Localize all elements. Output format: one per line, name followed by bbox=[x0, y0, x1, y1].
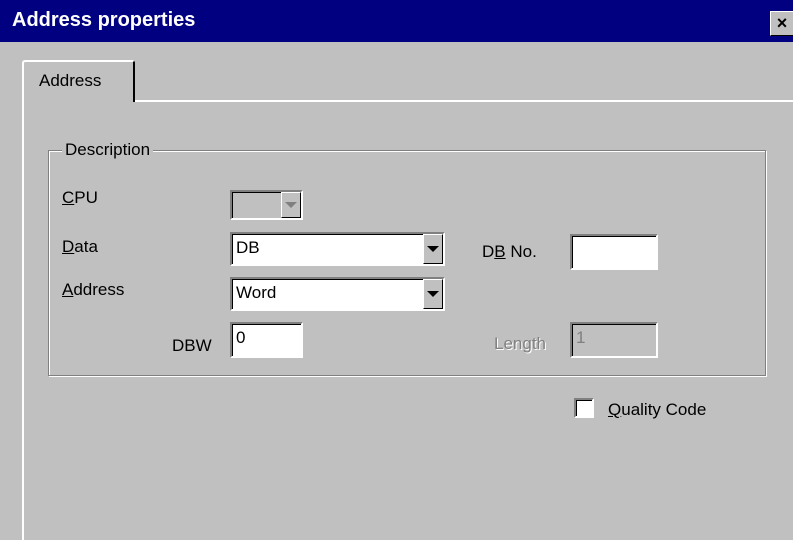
description-legend: Description bbox=[62, 140, 154, 160]
window-title: Address properties bbox=[12, 9, 196, 31]
tab-address-label: Address bbox=[39, 71, 102, 90]
data-value: DB bbox=[236, 238, 260, 257]
close-button[interactable]: × bbox=[770, 11, 793, 36]
db-no-label: DB No. bbox=[482, 242, 537, 261]
length-input: 1 bbox=[570, 322, 658, 358]
dbw-label: DBW bbox=[172, 336, 212, 355]
window-left-edge bbox=[0, 42, 10, 528]
chevron-down-icon bbox=[285, 202, 297, 208]
address-value: Word bbox=[236, 283, 277, 302]
length-value: 1 bbox=[576, 328, 586, 347]
cpu-dropdown-button[interactable] bbox=[281, 192, 301, 218]
data-label: Data bbox=[62, 237, 98, 256]
address-dropdown-button[interactable] bbox=[423, 279, 443, 309]
dbw-input[interactable]: 0 bbox=[230, 322, 303, 358]
cpu-label: CPU bbox=[62, 188, 98, 207]
address-label: Address bbox=[62, 280, 125, 299]
quality-code-checkbox[interactable] bbox=[574, 398, 594, 418]
chevron-down-icon bbox=[427, 291, 439, 297]
dbw-value: 0 bbox=[236, 328, 246, 347]
length-label: Length bbox=[494, 334, 546, 353]
cpu-dropdown[interactable] bbox=[230, 190, 303, 220]
title-bar: Address properties × bbox=[0, 0, 793, 42]
quality-code-label[interactable]: Quality Code bbox=[608, 400, 706, 420]
db-no-input[interactable] bbox=[570, 234, 658, 270]
data-dropdown-button[interactable] bbox=[423, 234, 443, 264]
data-dropdown[interactable]: DB bbox=[230, 232, 445, 266]
address-dropdown[interactable]: Word bbox=[230, 277, 445, 311]
chevron-down-icon bbox=[427, 246, 439, 252]
tab-address[interactable]: Address bbox=[22, 60, 135, 102]
close-icon: × bbox=[776, 13, 788, 33]
